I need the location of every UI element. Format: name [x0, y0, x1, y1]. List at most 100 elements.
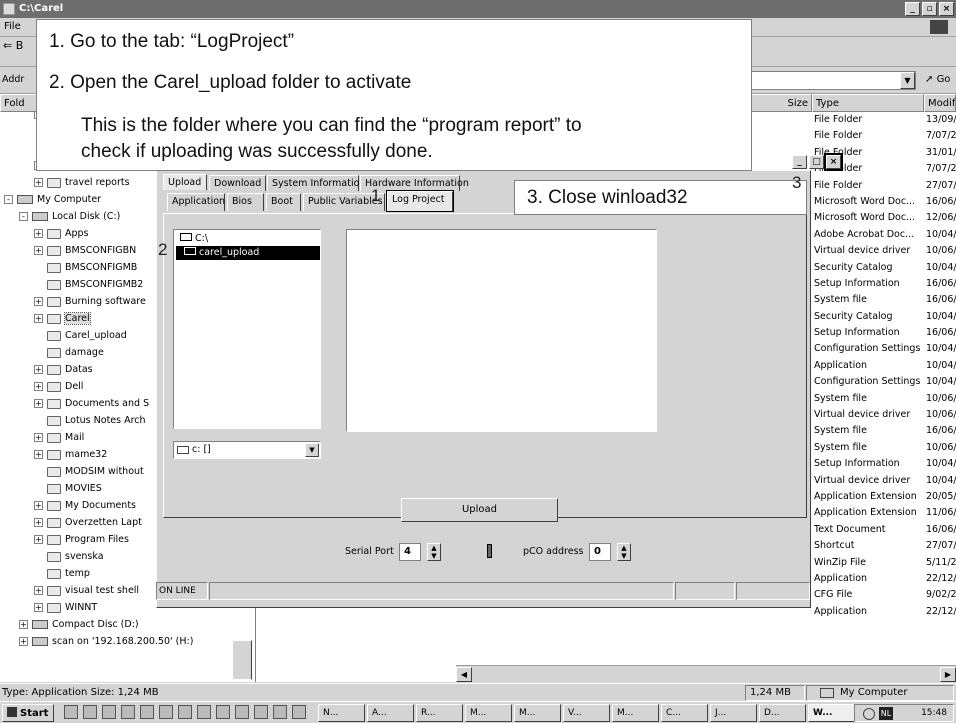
tree-item[interactable]: + scan on '192.168.200.50' (H:)	[19, 633, 193, 650]
file-type-cell[interactable]: Virtual device driver	[814, 407, 924, 423]
tree-item[interactable]: +svenska	[34, 548, 104, 565]
tree-item[interactable]: + Carel	[34, 310, 91, 327]
file-type-cell[interactable]: File Folder	[814, 128, 924, 144]
tree-scrollbar[interactable]	[232, 640, 252, 680]
file-type-cell[interactable]: Application	[814, 358, 924, 374]
file-type-cell[interactable]: System file	[814, 391, 924, 407]
tab-download[interactable]: Download	[209, 175, 266, 191]
expand-icon[interactable]: +	[34, 518, 43, 527]
tree-item[interactable]: +damage	[34, 344, 104, 361]
dialog-minimize-button[interactable]: _	[792, 155, 807, 169]
expand-icon[interactable]: +	[34, 501, 43, 510]
tab-boot[interactable]: Boot	[266, 193, 301, 211]
file-type-cell[interactable]: Shortcut	[814, 538, 924, 554]
tab-bios[interactable]: Bios	[227, 193, 264, 211]
app-icon[interactable]	[273, 705, 287, 719]
app-icon[interactable]	[292, 705, 306, 719]
tree-item[interactable]: + Compact Disc (D:)	[19, 616, 139, 633]
mail-icon[interactable]	[178, 705, 192, 719]
tree-item[interactable]: + Datas	[34, 361, 93, 378]
tree-item[interactable]: +Carel_upload	[34, 327, 127, 344]
go-button[interactable]: ➚ Go	[925, 74, 950, 85]
tree-item[interactable]: +temp	[34, 565, 90, 582]
chevron-down-icon[interactable]: ▼	[305, 443, 319, 457]
taskbar-button[interactable]: W...	[808, 704, 855, 722]
taskbar-button[interactable]: R...	[416, 704, 463, 722]
file-type-cell[interactable]: File Folder	[814, 178, 924, 194]
expand-icon[interactable]: +	[34, 297, 43, 306]
file-type-cell[interactable]: WinZip File	[814, 555, 924, 571]
file-type-cell[interactable]: Microsoft Word Doc...	[814, 194, 924, 210]
taskbar-button[interactable]: M...	[465, 704, 512, 722]
expand-icon[interactable]: +	[34, 365, 43, 374]
file-type-cell[interactable]: Application Extension	[814, 505, 924, 521]
dialog-close-button[interactable]: ×	[824, 153, 843, 171]
tree-item[interactable]: + Overzetten Lapt	[34, 514, 142, 531]
column-modified[interactable]: Modifie	[924, 94, 956, 112]
tree-item[interactable]: + mame32	[34, 446, 107, 463]
tree-item[interactable]: + Apps	[34, 225, 89, 242]
outlook-icon[interactable]	[159, 705, 173, 719]
taskbar-button[interactable]: N...	[318, 704, 365, 722]
expand-icon[interactable]: +	[34, 229, 43, 238]
expand-icon[interactable]: +	[19, 637, 28, 646]
address-dropdown-icon[interactable]: ▼	[900, 72, 915, 89]
language-indicator[interactable]: NL	[879, 707, 893, 720]
tool-icon[interactable]	[235, 705, 249, 719]
taskbar-button[interactable]: D...	[759, 704, 806, 722]
expand-icon[interactable]: +	[34, 603, 43, 612]
expand-icon[interactable]: +	[34, 246, 43, 255]
file-type-cell[interactable]: Microsoft Word Doc...	[814, 210, 924, 226]
column-type[interactable]: Type	[812, 94, 924, 112]
tree-item[interactable]: +BMSCONFIGMB	[34, 259, 137, 276]
media-icon[interactable]	[102, 705, 116, 719]
file-type-cell[interactable]: Application Extension	[814, 489, 924, 505]
expand-icon[interactable]: +	[19, 620, 28, 629]
taskbar-button[interactable]: C...	[661, 704, 708, 722]
paint-icon[interactable]	[121, 705, 135, 719]
calc-icon[interactable]	[197, 705, 211, 719]
explorer-icon[interactable]	[216, 705, 230, 719]
taskbar-button[interactable]: A...	[367, 704, 414, 722]
file-type-cell[interactable]: Application	[814, 604, 924, 620]
tree-item[interactable]: + Burning software	[34, 293, 146, 310]
file-type-cell[interactable]: System file	[814, 440, 924, 456]
file-type-cell[interactable]: Text Document	[814, 522, 924, 538]
directory-list[interactable]: C:\ carel_upload	[173, 229, 321, 429]
tab-log-project[interactable]: Log Project	[386, 190, 454, 212]
start-button[interactable]: Start	[2, 704, 54, 722]
taskbar-button[interactable]: M...	[612, 704, 659, 722]
close-window-button[interactable]: ×	[939, 2, 954, 16]
drive-select[interactable]: c: [] ▼	[173, 441, 321, 459]
file-type-cell[interactable]: CFG File	[814, 587, 924, 603]
network-icon[interactable]	[863, 708, 875, 720]
ie-icon[interactable]	[83, 705, 97, 719]
file-listbox[interactable]	[346, 229, 657, 432]
file-type-cell[interactable]: File Folder	[814, 112, 924, 128]
word-icon[interactable]	[140, 705, 154, 719]
tree-item[interactable]: +MOVIES	[34, 480, 102, 497]
file-type-cell[interactable]: Application	[814, 571, 924, 587]
tree-item[interactable]: + Documents and S	[34, 395, 149, 412]
maximize-button[interactable]: ▫	[922, 2, 937, 16]
tab-system-information[interactable]: System Information	[267, 175, 365, 191]
expand-icon[interactable]: +	[34, 586, 43, 595]
expand-icon[interactable]: +	[34, 433, 43, 442]
taskbar-button[interactable]: V...	[563, 704, 610, 722]
upload-button[interactable]: Upload	[401, 498, 558, 522]
file-type-cell[interactable]: Virtual device driver	[814, 243, 924, 259]
tree-item[interactable]: + Mail	[34, 429, 84, 446]
tree-item[interactable]: + BMSCONFIGBN	[34, 242, 136, 259]
file-type-cell[interactable]: Setup Information	[814, 325, 924, 341]
tree-item[interactable]: +BMSCONFIGMB2	[34, 276, 143, 293]
tree-item[interactable]: - Local Disk (C:)	[19, 208, 120, 225]
tree-item[interactable]: + My Documents	[34, 497, 136, 514]
dir-carel-upload[interactable]: carel_upload	[176, 246, 320, 260]
dialog-maximize-button[interactable]: □	[809, 155, 824, 169]
tab-upload[interactable]: Upload	[163, 174, 207, 190]
serial-port-stepper[interactable]: ▲ ▼	[427, 543, 441, 561]
expand-icon[interactable]: +	[34, 450, 43, 459]
tree-item[interactable]: + visual test shell	[34, 582, 139, 599]
file-type-cell[interactable]: Virtual device driver	[814, 473, 924, 489]
file-type-cell[interactable]: Security Catalog	[814, 260, 924, 276]
